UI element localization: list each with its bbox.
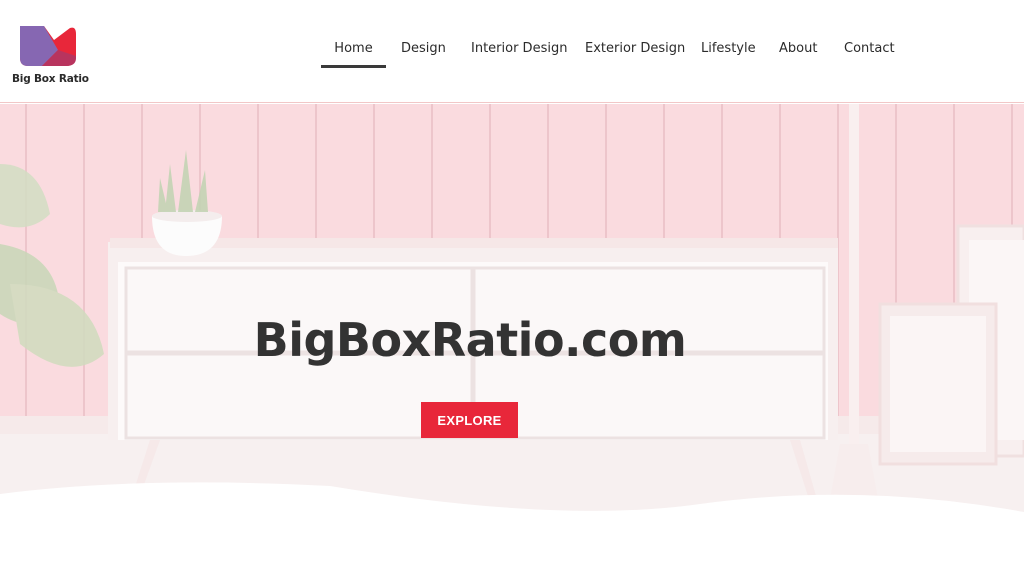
nav-item-about[interactable]: About bbox=[779, 40, 817, 68]
nav-item-lifestyle[interactable]: Lifestyle bbox=[701, 40, 756, 68]
logo-icon bbox=[20, 26, 76, 66]
site-logo[interactable]: Big Box Ratio bbox=[12, 26, 92, 88]
hero-title: BigBoxRatio.com bbox=[253, 313, 687, 367]
logo-text: Big Box Ratio bbox=[12, 73, 89, 85]
nav-item-exterior-design[interactable]: Exterior Design bbox=[585, 40, 685, 68]
site-header: Big Box Ratio Home Design Interior Desig… bbox=[0, 0, 1024, 103]
nav-item-contact[interactable]: Contact bbox=[844, 40, 895, 68]
nav-item-design[interactable]: Design bbox=[401, 40, 446, 68]
nav-item-home[interactable]: Home bbox=[321, 40, 386, 68]
explore-button[interactable]: EXPLORE bbox=[421, 402, 518, 438]
hero-section: BigBoxRatio.com EXPLORE bbox=[0, 104, 1024, 570]
nav-item-interior-design[interactable]: Interior Design bbox=[471, 40, 567, 68]
